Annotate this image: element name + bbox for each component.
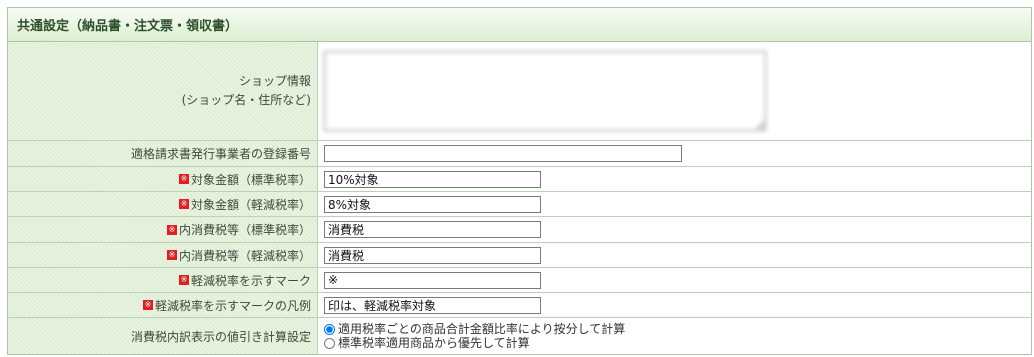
discount-calc-option2-label: 標準税率適用商品から優先して計算 — [338, 336, 530, 350]
reduced-rate-mark-input[interactable] — [324, 271, 541, 289]
target-amount-standard-label-text: 対象金額（標準税率） — [190, 172, 311, 187]
required-mark-icon: ※ — [178, 174, 189, 184]
discount-calc-option2-radio[interactable] — [324, 337, 335, 349]
discount-calc-option1[interactable]: 適用税率ごとの商品合計金額比率により按分して計算 — [324, 322, 625, 336]
shop-info-label-line1: ショップ情報 — [238, 74, 311, 88]
registration-number-cell — [318, 141, 1031, 166]
consumption-tax-standard-cell — [318, 217, 1031, 242]
consumption-tax-reduced-cell — [318, 243, 1031, 267]
row-shop-info: ショップ情報 (ショップ名・住所など) — [8, 42, 1031, 141]
registration-number-label-text: 適格請求書発行事業者の登録番号 — [130, 147, 311, 161]
target-amount-standard-label: ※ 対象金額（標準税率） — [8, 167, 318, 191]
required-mark-icon: ※ — [178, 275, 189, 285]
reduced-rate-mark-label: ※ 軽減税率を示すマーク — [8, 268, 318, 292]
reduced-rate-mark-label-text: 軽減税率を示すマーク — [190, 273, 311, 288]
discount-calc-option1-radio[interactable] — [324, 323, 335, 335]
consumption-tax-reduced-label: ※ 内消費税等（軽減税率） — [8, 243, 318, 267]
row-consumption-tax-reduced: ※ 内消費税等（軽減税率） — [8, 243, 1031, 268]
target-amount-standard-input[interactable] — [324, 170, 541, 188]
discount-calc-label: 消費税内訳表示の値引き計算設定 — [8, 318, 318, 354]
row-registration-number: 適格請求書発行事業者の登録番号 — [8, 141, 1031, 167]
row-consumption-tax-standard: ※ 内消費税等（標準税率） — [8, 217, 1031, 243]
target-amount-reduced-input[interactable] — [324, 195, 541, 213]
target-amount-standard-cell — [318, 167, 1031, 191]
panel-title: 共通設定（納品書・注文票・領収書） — [8, 8, 1031, 42]
registration-number-input[interactable] — [324, 145, 682, 162]
row-target-amount-standard: ※ 対象金額（標準税率） — [8, 167, 1031, 192]
consumption-tax-reduced-input[interactable] — [324, 246, 541, 264]
reduced-rate-legend-cell — [318, 293, 1031, 317]
target-amount-reduced-label-text: 対象金額（軽減税率） — [190, 197, 311, 212]
row-reduced-rate-mark: ※ 軽減税率を示すマーク — [8, 268, 1031, 293]
consumption-tax-standard-label-text: 内消費税等（標準税率） — [178, 223, 311, 237]
row-discount-calc: 消費税内訳表示の値引き計算設定 適用税率ごとの商品合計金額比率により按分して計算… — [8, 318, 1031, 354]
discount-calc-cell: 適用税率ごとの商品合計金額比率により按分して計算 標準税率適用商品から優先して計… — [318, 318, 1031, 354]
shop-info-label-line2: (ショップ名・住所など) — [181, 93, 311, 107]
shop-info-label: ショップ情報 (ショップ名・住所など) — [8, 42, 318, 140]
shop-info-textarea[interactable] — [324, 51, 766, 131]
consumption-tax-reduced-label-text: 内消費税等（軽減税率） — [178, 248, 311, 263]
required-mark-icon: ※ — [166, 224, 177, 235]
reduced-rate-legend-label-text: 軽減税率を示すマークの凡例 — [154, 298, 311, 313]
discount-calc-option1-label: 適用税率ごとの商品合計金額比率により按分して計算 — [338, 322, 626, 336]
consumption-tax-standard-label: ※ 内消費税等（標準税率） — [8, 217, 318, 242]
registration-number-label: 適格請求書発行事業者の登録番号 — [8, 141, 318, 166]
common-settings-panel: 共通設定（納品書・注文票・領収書） ショップ情報 (ショップ名・住所など) 適格… — [7, 7, 1032, 355]
discount-calc-option2[interactable]: 標準税率適用商品から優先して計算 — [324, 336, 625, 350]
reduced-rate-mark-cell — [318, 268, 1031, 292]
target-amount-reduced-cell — [318, 192, 1031, 216]
required-mark-icon: ※ — [178, 199, 189, 209]
shop-info-cell — [318, 42, 1031, 140]
row-reduced-rate-legend: ※ 軽減税率を示すマークの凡例 — [8, 293, 1031, 318]
settings-form: ショップ情報 (ショップ名・住所など) 適格請求書発行事業者の登録番号 ※ 対象… — [8, 42, 1031, 354]
discount-calc-radio-group: 適用税率ごとの商品合計金額比率により按分して計算 標準税率適用商品から優先して計… — [324, 322, 625, 350]
reduced-rate-legend-label: ※ 軽減税率を示すマークの凡例 — [8, 293, 318, 317]
required-mark-icon: ※ — [142, 300, 153, 310]
discount-calc-label-text: 消費税内訳表示の値引き計算設定 — [130, 329, 311, 344]
row-target-amount-reduced: ※ 対象金額（軽減税率） — [8, 192, 1031, 217]
reduced-rate-legend-input[interactable] — [324, 296, 541, 314]
target-amount-reduced-label: ※ 対象金額（軽減税率） — [8, 192, 318, 216]
consumption-tax-standard-input[interactable] — [324, 221, 541, 238]
required-mark-icon: ※ — [166, 250, 177, 260]
